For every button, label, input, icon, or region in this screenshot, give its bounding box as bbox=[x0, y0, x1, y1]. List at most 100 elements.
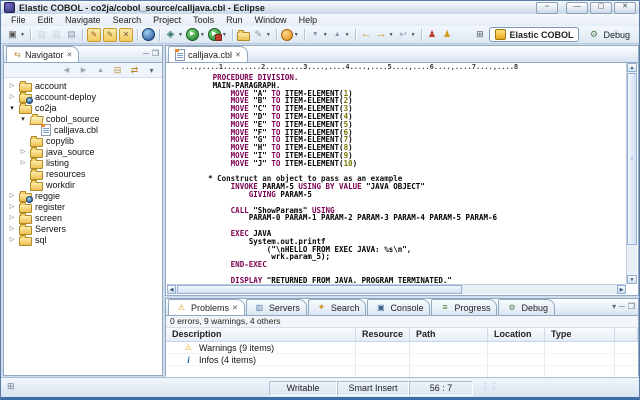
debug-launch-button[interactable]: ◈ ▼ bbox=[163, 27, 185, 42]
cobol-build-all-button[interactable]: ✎ bbox=[102, 27, 118, 42]
tree-item-cobol-source[interactable]: ▾ cobol_source bbox=[4, 113, 162, 125]
dropdown-caret-icon[interactable]: ▼ bbox=[323, 32, 328, 38]
minimize-icon[interactable]: — bbox=[566, 1, 588, 14]
vertical-scroll-thumb[interactable]: ≡ bbox=[627, 73, 637, 246]
editor-vertical-scrollbar[interactable]: ▲ ≡ ▼ bbox=[626, 63, 637, 284]
annotation-pencil-button[interactable]: ✎ ▼ bbox=[251, 27, 273, 42]
perspective-debug[interactable]: ⚙ Debug bbox=[582, 27, 635, 42]
new-wizard-button[interactable]: ▣ ▼ bbox=[5, 27, 27, 42]
dropdown-caret-icon[interactable]: ▼ bbox=[200, 32, 205, 38]
editor-tab-calljava[interactable]: calljava.cbl ✕ bbox=[168, 46, 248, 62]
window-switch-icon[interactable]: ⇔ bbox=[536, 1, 558, 14]
menu-navigate[interactable]: Navigate bbox=[59, 15, 107, 25]
close-navigator-icon[interactable]: ✕ bbox=[67, 51, 73, 59]
scroll-up-icon[interactable]: ▲ bbox=[627, 63, 637, 72]
nav-forward-icon[interactable]: ▶ bbox=[77, 64, 90, 77]
tab-debug[interactable]: ⚙ Debug bbox=[498, 299, 556, 315]
collapse-arrow-icon[interactable]: ▾ bbox=[19, 115, 27, 123]
open-folder-button[interactable] bbox=[236, 27, 251, 42]
tree-item-account-deploy[interactable]: ▷ account-deploy bbox=[4, 91, 162, 104]
column-header-resource[interactable]: Resource bbox=[356, 328, 410, 341]
open-perspective-icon[interactable]: ⊞ bbox=[473, 28, 486, 41]
expand-arrow-icon[interactable]: ▷ bbox=[8, 203, 16, 210]
back-history-button[interactable]: ← bbox=[359, 27, 374, 42]
dropdown-caret-icon[interactable]: ▼ bbox=[294, 32, 299, 38]
tree-item-copylib[interactable]: copylib bbox=[4, 135, 162, 147]
column-header-description[interactable]: Description bbox=[166, 328, 356, 341]
collapse-all-icon[interactable]: ⊟ bbox=[111, 64, 124, 77]
tab-problems[interactable]: ⚠ Problems ✕ bbox=[168, 299, 245, 315]
maximize-view-icon[interactable]: ❐ bbox=[152, 49, 159, 58]
menu-run[interactable]: Run bbox=[220, 15, 249, 25]
menu-help[interactable]: Help bbox=[293, 15, 324, 25]
tools-ball-button[interactable]: ▼ bbox=[280, 27, 301, 42]
tree-item-java-source[interactable]: ▷ java_source bbox=[4, 146, 162, 158]
menu-search[interactable]: Search bbox=[107, 15, 148, 25]
tree-item-screen[interactable]: ▷ screen bbox=[4, 212, 162, 224]
dropdown-caret-icon[interactable]: ▼ bbox=[222, 32, 227, 38]
fast-view-icon[interactable]: ⊞ bbox=[7, 381, 15, 392]
code-editor[interactable]: PROCEDURE DIVISION. MAIN-PARAGRAPH. MOVE… bbox=[166, 72, 638, 292]
tab-search[interactable]: ✦ Search bbox=[307, 299, 367, 315]
expand-arrow-icon[interactable]: ▷ bbox=[8, 93, 16, 100]
tab-console[interactable]: ▣ Console bbox=[367, 299, 431, 315]
tab-servers[interactable]: ▥ Servers bbox=[245, 299, 307, 315]
expand-arrow-icon[interactable]: ▷ bbox=[8, 214, 16, 221]
tree-item-workdir[interactable]: workdir bbox=[4, 179, 162, 191]
external-tools-button[interactable]: ▶ ▼ bbox=[207, 27, 229, 42]
menu-file[interactable]: File bbox=[5, 15, 32, 25]
tree-item-listing[interactable]: ▷ listing bbox=[4, 157, 162, 169]
navigator-tab[interactable]: ⇆ Navigator ✕ bbox=[6, 46, 80, 62]
forward-history-button[interactable]: → ▼ bbox=[374, 27, 396, 42]
prev-annotation-button[interactable]: ▲ ▼ bbox=[330, 27, 352, 42]
problems-row-warnings[interactable]: ⚠ Warnings (9 items) bbox=[166, 342, 638, 354]
menu-tools[interactable]: Tools bbox=[187, 15, 220, 25]
cobol-clean-button[interactable]: ✕ bbox=[118, 27, 134, 42]
tree-item-resources[interactable]: resources bbox=[4, 168, 162, 180]
perspective-elastic-cobol[interactable]: Elastic COBOL bbox=[489, 27, 580, 42]
dropdown-caret-icon[interactable]: ▼ bbox=[389, 32, 394, 38]
expand-arrow-icon[interactable]: ▷ bbox=[8, 225, 16, 232]
dropdown-caret-icon[interactable]: ▼ bbox=[20, 32, 25, 38]
scroll-left-icon[interactable]: ◀ bbox=[167, 285, 176, 294]
tree-item-servers[interactable]: ▷ Servers bbox=[4, 223, 162, 235]
menu-project[interactable]: Project bbox=[147, 15, 187, 25]
expand-arrow-icon[interactable]: ▷ bbox=[8, 82, 16, 89]
web-browser-button[interactable] bbox=[141, 27, 156, 42]
tab-progress[interactable]: ≡ Progress bbox=[431, 299, 498, 315]
scroll-right-icon[interactable]: ▶ bbox=[617, 285, 626, 294]
close-icon[interactable]: ✕ bbox=[614, 1, 636, 14]
collapse-arrow-icon[interactable]: ▾ bbox=[8, 104, 16, 112]
menu-edit[interactable]: Edit bbox=[32, 15, 60, 25]
tree-item-sql[interactable]: ▷ sql bbox=[4, 234, 162, 246]
scroll-down-icon[interactable]: ▼ bbox=[627, 275, 637, 284]
minimize-view-icon[interactable]: ─ bbox=[143, 49, 149, 58]
horizontal-scroll-thumb[interactable] bbox=[177, 285, 462, 294]
expand-arrow-icon[interactable]: ▷ bbox=[8, 192, 16, 199]
problems-row-infos[interactable]: i Infos (4 items) bbox=[166, 354, 638, 366]
view-menu-icon[interactable]: ▾ bbox=[145, 64, 158, 77]
nav-up-icon[interactable]: ▲ bbox=[94, 64, 107, 77]
nav-back-icon[interactable]: ◀ bbox=[60, 64, 73, 77]
view-menu-icon[interactable]: ▾ bbox=[612, 302, 616, 311]
print-button[interactable]: ▤ bbox=[64, 27, 79, 42]
link-editor-icon[interactable]: ⇄ bbox=[128, 64, 141, 77]
run-launch-button[interactable]: ▶ ▼ bbox=[185, 27, 207, 42]
profile-red-button[interactable]: ♟ bbox=[425, 27, 440, 42]
dropdown-caret-icon[interactable]: ▼ bbox=[345, 32, 350, 38]
column-header-path[interactable]: Path bbox=[410, 328, 488, 341]
column-header-type[interactable]: Type bbox=[545, 328, 615, 341]
maximize-view-icon[interactable]: ❐ bbox=[628, 302, 635, 311]
save-button[interactable]: ▥ bbox=[34, 27, 49, 42]
maximize-icon[interactable]: ▢ bbox=[590, 1, 612, 14]
tree-item-reggie[interactable]: ▷ reggie bbox=[4, 190, 162, 203]
column-header-location[interactable]: Location bbox=[488, 328, 545, 341]
close-editor-tab-icon[interactable]: ✕ bbox=[235, 51, 241, 59]
expand-arrow-icon[interactable]: ▷ bbox=[19, 159, 27, 166]
menu-window[interactable]: Window bbox=[249, 15, 293, 25]
minimize-view-icon[interactable]: ─ bbox=[619, 302, 625, 311]
last-edit-location-button[interactable]: ↩ ▼ bbox=[396, 27, 418, 42]
close-tab-icon[interactable]: ✕ bbox=[232, 304, 238, 312]
cobol-build-button[interactable]: ✎ bbox=[86, 27, 102, 42]
tree-item-calljava-cbl[interactable]: calljava.cbl bbox=[4, 123, 162, 136]
